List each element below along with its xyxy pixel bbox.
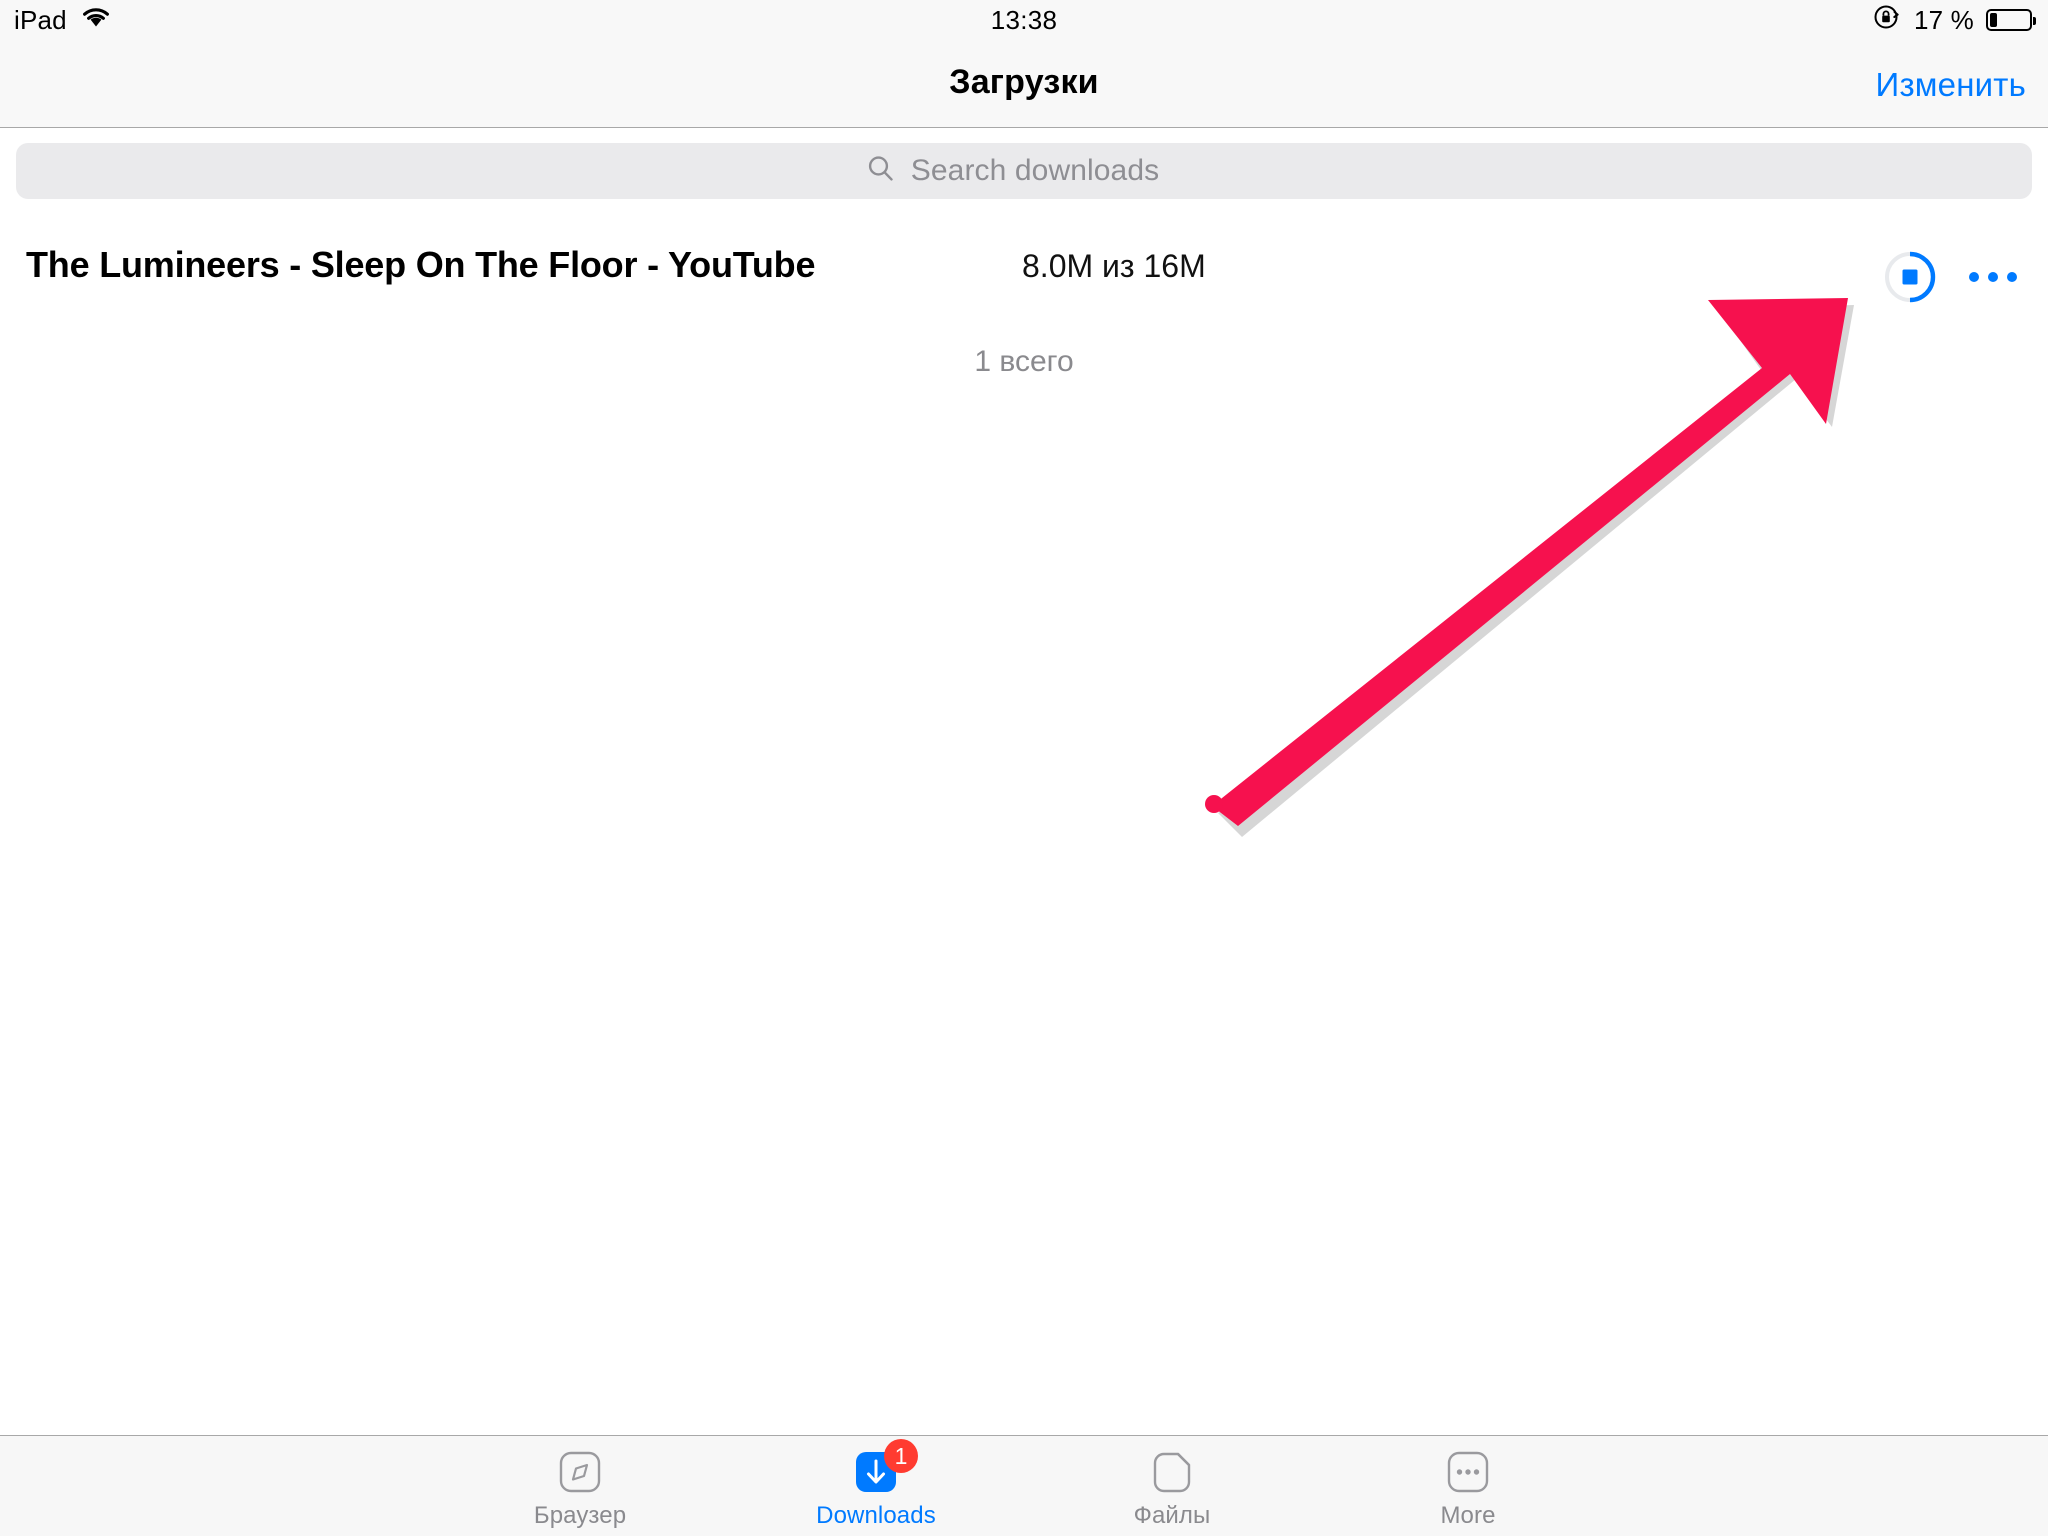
- download-progress-text: 8.0M из 16M: [1022, 248, 1206, 284]
- tab-files[interactable]: Файлы: [1092, 1446, 1252, 1530]
- tab-downloads[interactable]: 1 Downloads: [796, 1439, 956, 1530]
- tab-bar-items: Браузер 1 Downloads Файлы More: [500, 1439, 1548, 1530]
- status-bar: iPad 13:38 17 %: [0, 0, 2048, 40]
- tab-label: Файлы: [1133, 1502, 1211, 1529]
- download-title: The Lumineers - Sleep On The Floor - You…: [26, 244, 816, 285]
- search-placeholder: Search downloads: [910, 154, 1160, 187]
- dot: [2007, 272, 2017, 282]
- table-row[interactable]: The Lumineers - Sleep On The Floor - You…: [0, 230, 2048, 310]
- navigation-bar: Загрузки Изменить: [0, 40, 2048, 128]
- compass-icon: [554, 1446, 606, 1498]
- stop-download-button[interactable]: [1884, 251, 1936, 303]
- ellipsis-square-icon: [1442, 1446, 1494, 1498]
- more-options-button[interactable]: [1962, 262, 2024, 292]
- battery-icon: [1986, 9, 2036, 31]
- downloads-badge: 1: [884, 1439, 918, 1473]
- search-input[interactable]: Search downloads: [16, 143, 2032, 199]
- search-input-content: Search downloads: [865, 153, 1159, 190]
- tab-label: More: [1440, 1502, 1496, 1529]
- page-title: Загрузки: [949, 63, 1099, 101]
- search-icon: [865, 153, 897, 190]
- dot: [1969, 272, 1979, 282]
- download-arrow-icon: 1: [850, 1439, 918, 1498]
- edit-button[interactable]: Изменить: [1876, 66, 2026, 104]
- app-screen: iPad 13:38 17 % Загрузки Изменить Search…: [0, 0, 2048, 1536]
- status-bar-right: 17 %: [1872, 2, 2036, 39]
- downloads-total-label: 1 всего: [974, 345, 1074, 378]
- tab-label: Downloads: [816, 1502, 936, 1529]
- battery-percent-label: 17 %: [1913, 4, 1974, 35]
- document-icon: [1146, 1446, 1198, 1498]
- status-bar-clock: 13:38: [990, 4, 1058, 35]
- tab-label: Браузер: [533, 1502, 627, 1529]
- rotation-lock-icon: [1872, 2, 1902, 39]
- tab-more[interactable]: More: [1388, 1446, 1548, 1530]
- dot: [1988, 272, 1998, 282]
- tab-bar: Браузер 1 Downloads Файлы More: [0, 1435, 2048, 1536]
- tab-browser[interactable]: Браузер: [500, 1446, 660, 1530]
